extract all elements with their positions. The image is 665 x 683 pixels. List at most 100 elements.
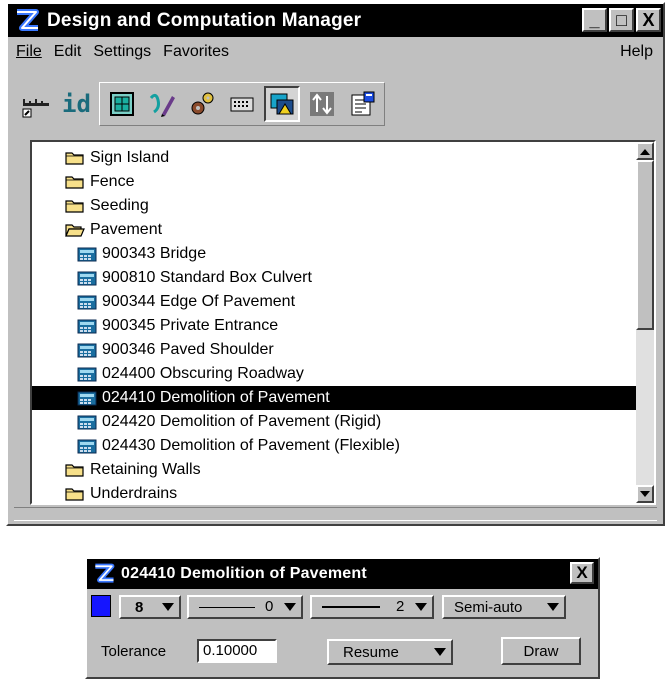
tree-row-label: 024420 Demolition of Pavement (Rigid) bbox=[102, 413, 382, 430]
chevron-down-icon bbox=[434, 648, 446, 656]
app-logo-icon bbox=[12, 5, 42, 36]
line-weight-sample bbox=[322, 606, 380, 608]
mode-value: Semi-auto bbox=[454, 598, 523, 616]
draw-icon[interactable] bbox=[144, 86, 180, 122]
tree-item-row[interactable]: 900346 Paved Shoulder bbox=[32, 338, 636, 362]
chevron-down-icon bbox=[415, 603, 427, 611]
keyin-icon[interactable] bbox=[18, 86, 54, 122]
draw-button[interactable]: Draw bbox=[501, 637, 581, 665]
maximize-button[interactable]: □ bbox=[609, 8, 634, 32]
line-style-sample bbox=[199, 607, 255, 608]
resume-dropdown[interactable]: Resume bbox=[327, 639, 453, 665]
style-dropdown[interactable]: 0 bbox=[187, 595, 303, 619]
tree-row-label: 900343 Bridge bbox=[102, 245, 207, 262]
folder-icon bbox=[64, 197, 86, 215]
scroll-thumb[interactable] bbox=[636, 160, 654, 330]
tree-row-label: Pavement bbox=[90, 221, 163, 238]
close-button[interactable]: X bbox=[636, 8, 661, 32]
tree-row-label: 024400 Obscuring Roadway bbox=[102, 365, 304, 382]
tree-list[interactable]: Sign Island Fence Seeding Pavement 900343 Br… bbox=[30, 140, 656, 505]
tree-row-label: 024430 Demolition of Pavement (Flexible) bbox=[102, 437, 400, 454]
minimize-button[interactable]: _ bbox=[582, 8, 607, 32]
tree-row-label: Sign Island bbox=[90, 149, 170, 166]
arrow-up-icon bbox=[640, 148, 650, 155]
tree-folder-row[interactable]: Fence bbox=[32, 170, 636, 194]
tree-row-label: Underdrains bbox=[90, 485, 178, 502]
window-title: Design and Computation Manager bbox=[47, 9, 362, 31]
tree-item-row[interactable]: 900810 Standard Box Culvert bbox=[32, 266, 636, 290]
tree-row-label: 900810 Standard Box Culvert bbox=[102, 269, 312, 286]
level-dropdown[interactable]: 8 bbox=[119, 595, 181, 619]
tree-folder-row[interactable]: Underdrains bbox=[32, 482, 636, 503]
menu-bar: File Edit Settings Favorites Help bbox=[8, 40, 663, 64]
tree-item-row[interactable]: 900344 Edge Of Pavement bbox=[32, 290, 636, 314]
calculator-icon bbox=[76, 389, 98, 407]
calculator-icon bbox=[76, 293, 98, 311]
style-value: 0 bbox=[265, 598, 274, 615]
minimize-icon: _ bbox=[589, 10, 600, 30]
weight-dropdown[interactable]: 2 bbox=[310, 595, 434, 619]
tree-row-label: 900345 Private Entrance bbox=[102, 317, 279, 334]
menu-settings[interactable]: Settings bbox=[93, 43, 151, 61]
title-bar[interactable]: Design and Computation Manager _ □ X bbox=[8, 4, 663, 37]
tree-row-label: Fence bbox=[90, 173, 135, 190]
toolbar: id bbox=[8, 74, 663, 134]
tool-dialog: 024410 Demolition of Pavement X 8 0 2 Se… bbox=[85, 557, 600, 679]
highlight-icon[interactable] bbox=[263, 86, 300, 122]
calculator-icon bbox=[76, 365, 98, 383]
sort-icon[interactable] bbox=[304, 86, 340, 122]
folder-icon bbox=[64, 461, 86, 479]
gear-icon[interactable] bbox=[184, 86, 220, 122]
tree-row-label: Retaining Walls bbox=[90, 461, 201, 478]
menu-edit[interactable]: Edit bbox=[54, 43, 82, 61]
tree-item-row[interactable]: 024410 Demolition of Pavement bbox=[32, 386, 636, 410]
tree-item-row[interactable]: 024400 Obscuring Roadway bbox=[32, 362, 636, 386]
folder-icon bbox=[64, 485, 86, 503]
status-bar bbox=[14, 507, 657, 521]
calculator-icon bbox=[76, 245, 98, 263]
calculator-icon bbox=[76, 317, 98, 335]
tree-row-label: 024410 Demolition of Pavement bbox=[102, 389, 330, 406]
folder-open-icon bbox=[64, 221, 86, 239]
dialog-logo-icon bbox=[91, 561, 117, 587]
maximize-icon: □ bbox=[616, 10, 627, 30]
tree-row-label: Seeding bbox=[90, 197, 149, 214]
tolerance-input[interactable]: 0.10000 bbox=[197, 639, 277, 663]
properties-icon[interactable] bbox=[344, 86, 380, 122]
folder-icon bbox=[64, 149, 86, 167]
chevron-down-icon bbox=[547, 603, 559, 611]
calculator-icon bbox=[76, 341, 98, 359]
keyboard-icon[interactable] bbox=[224, 86, 260, 122]
chevron-down-icon bbox=[162, 603, 174, 611]
tree-item-row[interactable]: 024430 Demolition of Pavement (Flexible) bbox=[32, 434, 636, 458]
tolerance-label: Tolerance bbox=[101, 643, 167, 660]
dialog-close-button[interactable]: X bbox=[570, 562, 594, 584]
dialog-title: 024410 Demolition of Pavement bbox=[121, 565, 367, 582]
tree-row-label: 900346 Paved Shoulder bbox=[102, 341, 274, 358]
chevron-down-icon bbox=[284, 603, 296, 611]
tree-folder-row[interactable]: Retaining Walls bbox=[32, 458, 636, 482]
id-icon[interactable]: id bbox=[62, 90, 91, 118]
menu-file[interactable]: File bbox=[16, 43, 42, 61]
scroll-down-button[interactable] bbox=[636, 485, 654, 503]
menu-favorites[interactable]: Favorites bbox=[163, 43, 229, 61]
weight-value: 2 bbox=[396, 598, 405, 615]
dcm-window: Design and Computation Manager _ □ X Fil… bbox=[6, 2, 665, 526]
color-swatch[interactable] bbox=[91, 595, 111, 617]
close-icon: X bbox=[576, 563, 588, 582]
tree-item-row[interactable]: 024420 Demolition of Pavement (Rigid) bbox=[32, 410, 636, 434]
tree-folder-row[interactable]: Pavement bbox=[32, 218, 636, 242]
place-icon[interactable] bbox=[104, 86, 140, 122]
tree-item-row[interactable]: 900345 Private Entrance bbox=[32, 314, 636, 338]
calculator-icon bbox=[76, 413, 98, 431]
calculator-icon bbox=[76, 437, 98, 455]
tree-folder-row[interactable]: Sign Island bbox=[32, 146, 636, 170]
vertical-scrollbar[interactable] bbox=[636, 142, 654, 503]
tree-item-row[interactable]: 900343 Bridge bbox=[32, 242, 636, 266]
arrow-down-icon bbox=[640, 490, 650, 497]
dialog-title-bar[interactable]: 024410 Demolition of Pavement X bbox=[87, 559, 598, 589]
tree-folder-row[interactable]: Seeding bbox=[32, 194, 636, 218]
menu-help[interactable]: Help bbox=[620, 43, 653, 61]
mode-dropdown[interactable]: Semi-auto bbox=[442, 595, 566, 619]
scroll-up-button[interactable] bbox=[636, 142, 654, 160]
